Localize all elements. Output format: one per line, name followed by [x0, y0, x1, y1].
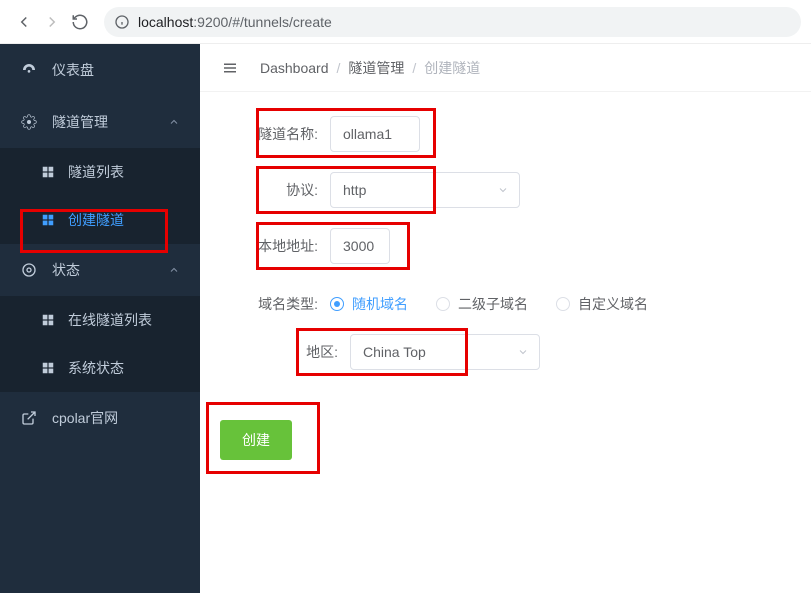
local-addr-input[interactable]	[330, 228, 390, 264]
sidebar: 仪表盘 隧道管理 隧道列表	[0, 44, 200, 593]
protocol-label: 协议:	[240, 180, 330, 200]
sidebar-item-label: 在线隧道列表	[68, 310, 152, 330]
chevron-down-icon	[497, 184, 509, 196]
sidebar-item-label: 系统状态	[68, 358, 124, 378]
radio-subdomain[interactable]: 二级子域名	[436, 294, 528, 314]
gear-icon	[20, 261, 38, 279]
sidebar-item-label: 隧道管理	[52, 112, 108, 132]
breadcrumb-path[interactable]: 隧道管理	[348, 58, 404, 78]
sidebar-item-cpolar-site[interactable]: cpolar官网	[0, 392, 200, 444]
sidebar-item-online-tunnels[interactable]: 在线隧道列表	[0, 296, 200, 344]
breadcrumb-separator: /	[337, 60, 341, 76]
info-icon	[114, 14, 130, 30]
browser-back-button[interactable]	[10, 8, 38, 36]
create-tunnel-form: 隧道名称: 协议: http	[200, 92, 811, 484]
dashboard-icon	[20, 61, 38, 79]
grid-icon	[40, 212, 56, 228]
grid-icon	[40, 312, 56, 328]
region-value: China Top	[363, 344, 426, 360]
radio-circle-icon	[436, 297, 450, 311]
radio-label: 随机域名	[352, 294, 408, 314]
tunnel-name-label: 隧道名称:	[240, 124, 330, 144]
sidebar-item-create-tunnel[interactable]: 创建隧道	[0, 196, 200, 244]
external-link-icon	[20, 409, 38, 427]
sidebar-item-label: 隧道列表	[68, 162, 124, 182]
domain-type-label: 域名类型:	[240, 294, 330, 314]
local-addr-label: 本地地址:	[240, 236, 330, 256]
breadcrumb-root[interactable]: Dashboard	[260, 60, 329, 76]
radio-circle-icon	[330, 297, 344, 311]
chevron-up-icon	[168, 116, 180, 128]
sidebar-item-tunnel-list[interactable]: 隧道列表	[0, 148, 200, 196]
sidebar-item-status[interactable]: 状态	[0, 244, 200, 296]
radio-circle-icon	[556, 297, 570, 311]
sidebar-item-label: 状态	[52, 260, 80, 280]
chevron-up-icon	[168, 264, 180, 276]
radio-random-domain[interactable]: 随机域名	[330, 294, 408, 314]
breadcrumb-current: 创建隧道	[424, 58, 480, 78]
gear-icon	[20, 113, 38, 131]
browser-url-text: localhost:9200/#/tunnels/create	[138, 14, 332, 30]
region-label: 地区:	[290, 342, 350, 362]
breadcrumb: Dashboard / 隧道管理 / 创建隧道	[200, 44, 811, 92]
grid-icon	[40, 360, 56, 376]
region-select[interactable]: China Top	[350, 334, 540, 370]
domain-type-radio-group: 随机域名 二级子域名 自定义域名	[330, 294, 648, 314]
menu-toggle-icon[interactable]	[220, 58, 240, 78]
sidebar-item-label: 创建隧道	[68, 210, 124, 230]
protocol-select[interactable]: http	[330, 172, 520, 208]
sidebar-item-system-status[interactable]: 系统状态	[0, 344, 200, 392]
sidebar-item-label: cpolar官网	[52, 408, 118, 428]
radio-label: 自定义域名	[578, 294, 648, 314]
grid-icon	[40, 164, 56, 180]
browser-bar: localhost:9200/#/tunnels/create	[0, 0, 811, 44]
chevron-down-icon	[517, 346, 529, 358]
radio-custom-domain[interactable]: 自定义域名	[556, 294, 648, 314]
sidebar-item-label: 仪表盘	[52, 60, 94, 80]
browser-forward-button[interactable]	[38, 8, 66, 36]
sidebar-item-tunnel-mgmt[interactable]: 隧道管理	[0, 96, 200, 148]
main-content: Dashboard / 隧道管理 / 创建隧道 隧道名称: 协议: http	[200, 44, 811, 593]
sidebar-item-dashboard[interactable]: 仪表盘	[0, 44, 200, 96]
browser-url-bar[interactable]: localhost:9200/#/tunnels/create	[104, 7, 801, 37]
create-button[interactable]: 创建	[220, 420, 292, 460]
tunnel-name-input[interactable]	[330, 116, 420, 152]
breadcrumb-separator: /	[412, 60, 416, 76]
protocol-value: http	[343, 182, 366, 198]
radio-label: 二级子域名	[458, 294, 528, 314]
browser-reload-button[interactable]	[66, 8, 94, 36]
